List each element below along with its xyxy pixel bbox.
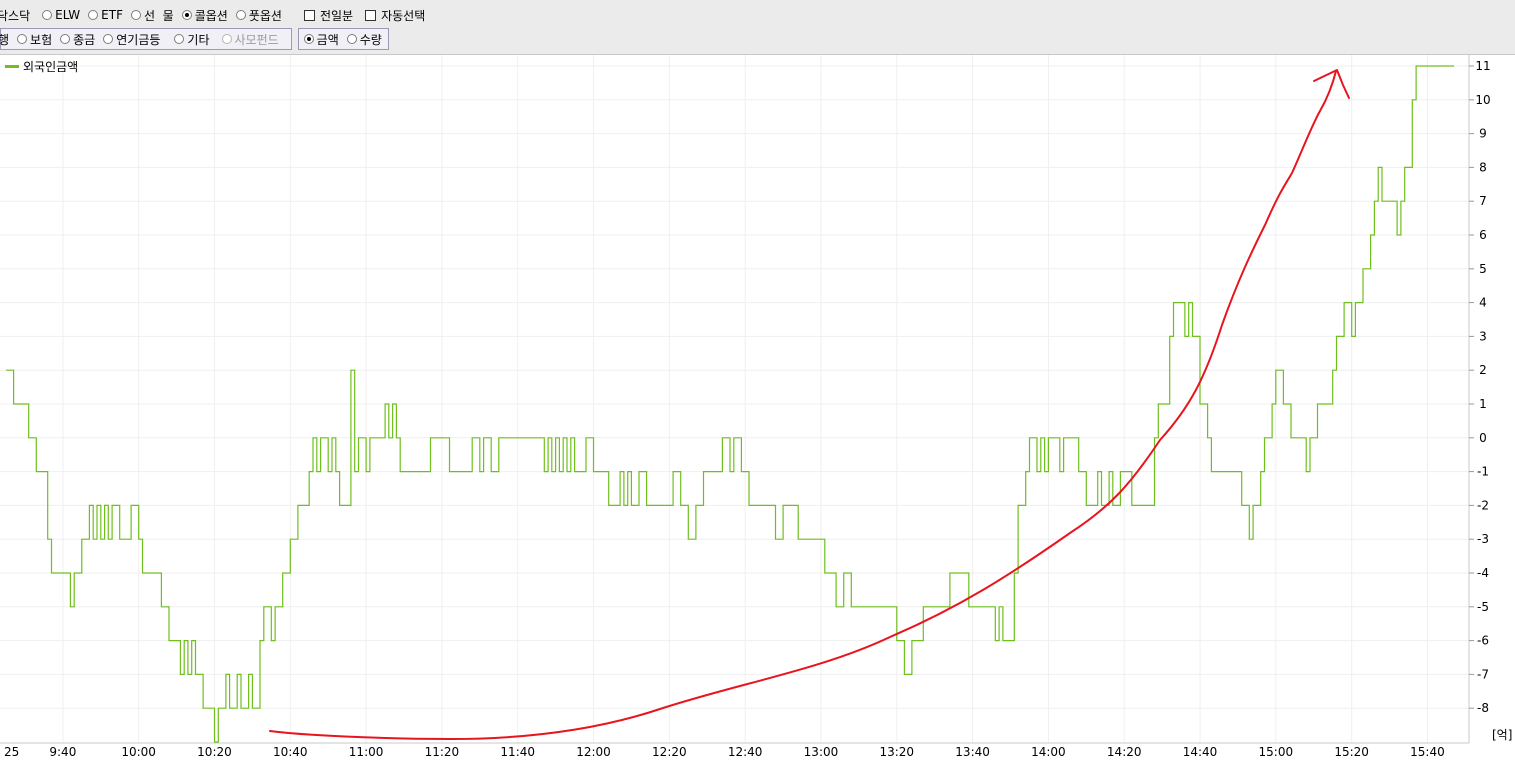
option-futures[interactable]: 선 물 <box>130 7 174 24</box>
legend-swatch <box>5 65 19 68</box>
checkbox-icon <box>365 9 377 21</box>
x-tick-label: 13:20 <box>879 745 914 759</box>
unit-group: 금액 수량 <box>297 28 389 50</box>
option-call[interactable]: 콜옵션 <box>181 7 228 24</box>
radio-icon <box>42 10 53 20</box>
x-tick-label: 10:00 <box>121 745 156 759</box>
option-pension[interactable]: 연기금등 <box>103 31 160 48</box>
auto-select-label: 자동선택 <box>381 8 426 23</box>
y-tick-label: 3 <box>1479 329 1487 343</box>
option-amount-label: 금액 <box>316 32 339 47</box>
investor-type-group: 행 보험 종금 연기금등 기타 사모펀드 <box>0 28 292 50</box>
auto-select-checkbox[interactable]: 자동선택 <box>365 7 425 24</box>
option-pension-label: 연기금등 <box>116 32 161 47</box>
x-tick-label: 13:00 <box>804 745 839 759</box>
option-call-label: 콜옵션 <box>194 8 228 23</box>
option-etf-label: ETF <box>101 8 123 22</box>
option-other[interactable]: 기타 <box>174 31 210 48</box>
x-tick-label: 10:40 <box>273 745 308 759</box>
option-private-fund: 사모펀드 <box>221 31 279 48</box>
option-quantity-label: 수량 <box>359 32 382 47</box>
y-tick-label: -2 <box>1477 498 1489 512</box>
radio-icon <box>174 34 185 44</box>
option-elw[interactable]: ELW <box>42 8 80 22</box>
radio-icon <box>103 34 114 44</box>
option-amount[interactable]: 금액 <box>303 31 339 48</box>
y-tick-label: -8 <box>1477 701 1489 715</box>
y-tick-label: 10 <box>1475 93 1490 107</box>
y-tick-label: -4 <box>1477 566 1489 580</box>
toolbar: 닥스닥 ELW ETF 선 물 콜옵션 풋옵션 전일분 자동선택 행 보험 종금… <box>0 0 1515 55</box>
market-cut-label: 닥스닥 <box>0 8 31 23</box>
x-tick-label: 11:20 <box>425 745 460 759</box>
y-axis-unit: [억] <box>1492 728 1512 742</box>
y-tick-label: 7 <box>1479 194 1487 208</box>
x-tick-label: 15:40 <box>1410 745 1445 759</box>
option-merchant-bank-label: 종금 <box>73 32 96 47</box>
investor-cut-label: 행 <box>0 32 10 47</box>
market-type-group: 닥스닥 ELW ETF 선 물 콜옵션 풋옵션 <box>0 5 294 25</box>
option-futures-label: 선 물 <box>143 8 174 23</box>
radio-icon <box>17 34 28 44</box>
chart-grid <box>0 55 1469 743</box>
x-tick-label: 11:00 <box>349 745 384 759</box>
option-other-label: 기타 <box>187 32 210 47</box>
y-tick-label: 2 <box>1479 363 1487 377</box>
option-put-label: 풋옵션 <box>248 8 282 23</box>
radio-icon <box>221 34 232 44</box>
x-tick-label: 11:40 <box>500 745 535 759</box>
radio-icon <box>130 10 141 20</box>
option-etf[interactable]: ETF <box>88 8 123 22</box>
radio-icon <box>60 34 71 44</box>
y-tick-label: -7 <box>1477 667 1489 681</box>
option-insurance[interactable]: 보험 <box>17 31 52 48</box>
x-tick-label: 12:20 <box>652 745 687 759</box>
x-tick-label: 12:40 <box>728 745 763 759</box>
x-tick-label: 14:00 <box>1031 745 1066 759</box>
y-tick-label: 8 <box>1479 160 1487 174</box>
chart-legend: 외국인금액 <box>5 58 78 75</box>
x-tick-label: 10:20 <box>197 745 232 759</box>
radio-icon <box>88 10 99 20</box>
investor-amount-chart: 11109876543210-1-2-3-4-5-6-7-8 25 9:40 10:… <box>0 55 1512 759</box>
y-tick-label: 6 <box>1479 228 1487 242</box>
legend-label: 외국인금액 <box>23 60 79 74</box>
x-tick-label: 12:00 <box>576 745 611 759</box>
y-tick-label: 1 <box>1479 397 1487 411</box>
option-put[interactable]: 풋옵션 <box>235 7 282 24</box>
investor-type-row: 행 보험 종금 연기금등 기타 사모펀드 금액 수량 <box>0 28 389 50</box>
option-insurance-label: 보험 <box>30 32 53 47</box>
option-private-fund-label: 사모펀드 <box>234 32 279 47</box>
x-axis-labels: 25 9:40 10:00 10:20 10:40 11:00 11:20 11:40 12:0… <box>4 745 1445 759</box>
option-quantity[interactable]: 수량 <box>346 31 382 48</box>
previous-day-checkbox[interactable]: 전일분 <box>303 7 354 24</box>
y-tick-label: -6 <box>1477 634 1489 648</box>
x-tick-label: 14:40 <box>1183 745 1218 759</box>
y-tick-label: -1 <box>1477 465 1489 479</box>
option-elw-label: ELW <box>55 8 81 22</box>
y-tick-label: -3 <box>1477 532 1489 546</box>
y-tick-label: 5 <box>1479 262 1487 276</box>
radio-icon <box>346 34 357 44</box>
previous-day-label: 전일분 <box>319 8 354 23</box>
x-tick-label: 15:20 <box>1334 745 1369 759</box>
x-tick-label: 25 <box>4 745 19 759</box>
red-annotation-arrow <box>269 70 1337 740</box>
option-merchant-bank[interactable]: 종금 <box>60 31 95 48</box>
radio-selected-icon <box>181 10 192 20</box>
y-tick-label: 4 <box>1479 296 1487 310</box>
y-tick-label: 11 <box>1475 59 1490 73</box>
x-tick-label: 15:00 <box>1259 745 1294 759</box>
y-tick-label: 0 <box>1479 431 1487 445</box>
radio-selected-icon <box>303 34 314 44</box>
x-tick-label: 13:40 <box>955 745 990 759</box>
x-tick-label: 14:20 <box>1107 745 1142 759</box>
y-tick-label: -5 <box>1477 600 1489 614</box>
x-tick-label: 9:40 <box>49 745 76 759</box>
y-axis-labels: 11109876543210-1-2-3-4-5-6-7-8 <box>1469 59 1491 715</box>
radio-icon <box>235 10 246 20</box>
checkbox-icon <box>303 9 315 21</box>
y-tick-label: 9 <box>1479 127 1487 141</box>
market-type-row: 닥스닥 ELW ETF 선 물 콜옵션 풋옵션 전일분 자동선택 <box>0 4 433 26</box>
